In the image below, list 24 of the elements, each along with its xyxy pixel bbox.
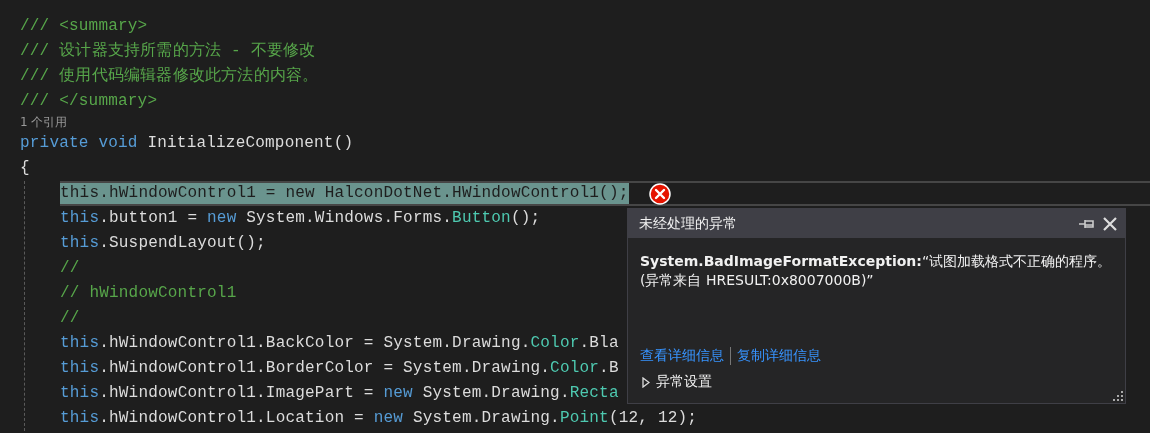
code-line: // <box>60 258 80 279</box>
pin-icon[interactable] <box>1079 218 1095 229</box>
resize-grip-icon[interactable] <box>1113 391 1123 401</box>
code-line: /// <summary> <box>20 16 148 37</box>
close-icon[interactable] <box>1103 216 1117 231</box>
code-line: /// 使用代码编辑器修改此方法的内容。 <box>20 66 319 87</box>
code-line: this.hWindowControl1.BackColor = System.Drawing.Color.Bla <box>60 333 619 354</box>
code-line: this.hWindowControl1.Location = new System.Drawing.Point(12, 12); <box>60 408 698 429</box>
code-line: // <box>60 308 80 329</box>
code-line: this.SuspendLayout(); <box>60 233 266 254</box>
code-line: // hWindowControl1 <box>60 283 237 304</box>
code-line: { <box>20 158 30 179</box>
code-line: this.hWindowControl1.BorderColor = System.Drawing.Color.B <box>60 358 619 379</box>
code-line: /// </summary> <box>20 91 158 112</box>
exception-message: System.BadImageFormatException:“试图加载格式不正确的程序。(异常来自 HRESULT:0x8007000B)” <box>640 252 1113 290</box>
code-line: this.button1 = new System.Windows.Forms.Button(); <box>60 208 541 229</box>
code-line: private void InitializeComponent() <box>20 133 354 154</box>
code-line: /// 设计器支持所需的方法 - 不要修改 <box>20 41 316 62</box>
popup-title: 未经处理的异常 <box>639 214 738 233</box>
details-link[interactable]: 复制详细信息 <box>737 347 821 365</box>
reference-count[interactable]: 1 个引用 <box>20 114 68 131</box>
exception-settings-toggle[interactable]: 异常设置 <box>642 373 1113 391</box>
code-line: this.hWindowControl1.ImagePart = new System.Drawing.Recta <box>60 383 619 404</box>
details-link[interactable]: 查看详细信息 <box>640 347 724 365</box>
